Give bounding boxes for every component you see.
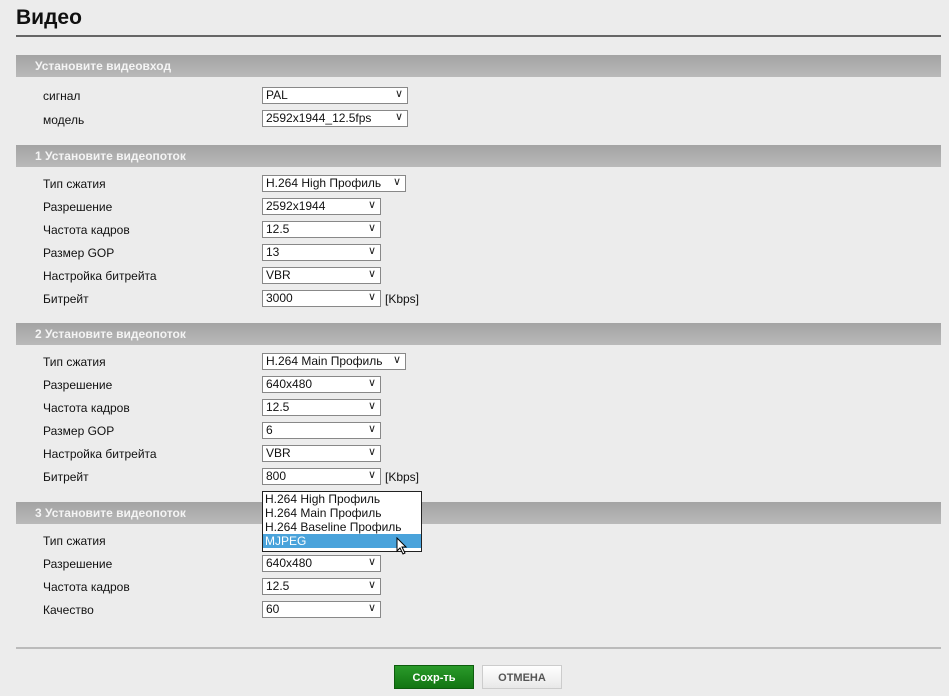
quality-select[interactable]: 60 ∨ xyxy=(262,601,381,618)
chevron-down-icon: ∨ xyxy=(367,602,376,614)
cancel-button[interactable]: ОТМЕНА xyxy=(482,665,562,689)
fps-label: Частота кадров xyxy=(43,223,130,237)
chevron-down-icon: ∨ xyxy=(367,400,376,412)
compression-value: H.264 High Профиль xyxy=(266,176,382,190)
model-select[interactable]: 2592x1944_12.5fps ∨ xyxy=(262,110,408,127)
chevron-down-icon: ∨ xyxy=(394,88,403,100)
fps-value: 12.5 xyxy=(266,579,290,593)
chevron-down-icon: ∨ xyxy=(367,579,376,591)
bitrate-unit: [Kbps] xyxy=(385,292,420,306)
fps-select[interactable]: 12.5 ∨ xyxy=(262,578,381,595)
gop-value: 13 xyxy=(266,245,280,259)
resolution-select[interactable]: 2592x1944 ∨ xyxy=(262,198,381,215)
section-video-input: Установите видеовход xyxy=(16,55,941,77)
resolution-select[interactable]: 640x480 ∨ xyxy=(262,376,381,393)
fps-select[interactable]: 12.5 ∨ xyxy=(262,221,381,238)
bitrate-mode-label: Настройка битрейта xyxy=(43,269,157,283)
bitrate-mode-value: VBR xyxy=(266,268,291,282)
chevron-down-icon: ∨ xyxy=(367,469,376,481)
quality-label: Качество xyxy=(43,603,94,617)
signal-select[interactable]: PAL ∨ xyxy=(262,87,408,104)
bitrate-mode-label: Настройка битрейта xyxy=(43,447,157,461)
resolution-select[interactable]: 640x480 ∨ xyxy=(262,555,381,572)
resolution-label: Разрешение xyxy=(43,557,113,571)
fps-label: Частота кадров xyxy=(43,580,130,594)
option-h264-main[interactable]: H.264 Main Профиль xyxy=(263,506,421,520)
bitrate-select[interactable]: 800 ∨ xyxy=(262,468,381,485)
compression-label: Тип сжатия xyxy=(43,534,106,548)
mouse-cursor-icon xyxy=(396,537,408,555)
bitrate-mode-select[interactable]: VBR ∨ xyxy=(262,445,381,462)
chevron-down-icon: ∨ xyxy=(367,268,376,280)
model-value: 2592x1944_12.5fps xyxy=(266,111,372,125)
section-stream-1: 1 Установите видеопоток xyxy=(16,145,941,167)
bitrate-value: 800 xyxy=(266,469,287,483)
section-stream-3: 3 Установите видеопоток xyxy=(16,502,941,524)
signal-value: PAL xyxy=(266,88,288,102)
chevron-down-icon: ∨ xyxy=(367,245,376,257)
footer-divider xyxy=(16,647,941,649)
chevron-down-icon: ∨ xyxy=(367,556,376,568)
chevron-down-icon: ∨ xyxy=(392,176,401,188)
compression-label: Тип сжатия xyxy=(43,355,106,369)
bitrate-mode-select[interactable]: VBR ∨ xyxy=(262,267,381,284)
compression-select[interactable]: H.264 Main Профиль ∨ xyxy=(262,353,406,370)
chevron-down-icon: ∨ xyxy=(367,377,376,389)
resolution-value: 640x480 xyxy=(266,377,313,391)
resolution-value: 2592x1944 xyxy=(266,199,326,213)
chevron-down-icon: ∨ xyxy=(394,111,403,123)
bitrate-unit: [Kbps] xyxy=(385,470,420,484)
fps-value: 12.5 xyxy=(266,222,290,236)
resolution-label: Разрешение xyxy=(43,200,113,214)
save-button[interactable]: Сохр-ть xyxy=(394,665,474,689)
chevron-down-icon: ∨ xyxy=(367,291,376,303)
compression-label: Тип сжатия xyxy=(43,177,106,191)
fps-label: Частота кадров xyxy=(43,401,130,415)
chevron-down-icon: ∨ xyxy=(367,222,376,234)
gop-label: Размер GOP xyxy=(43,424,115,438)
gop-label: Размер GOP xyxy=(43,246,115,260)
compression-select[interactable]: H.264 High Профиль ∨ xyxy=(262,175,406,192)
model-label: модель xyxy=(43,113,85,127)
resolution-label: Разрешение xyxy=(43,378,113,392)
gop-select[interactable]: 13 ∨ xyxy=(262,244,381,261)
bitrate-label: Битрейт xyxy=(43,470,89,484)
page-title: Видео xyxy=(16,6,82,29)
chevron-down-icon: ∨ xyxy=(367,423,376,435)
fps-value: 12.5 xyxy=(266,400,290,414)
bitrate-label: Битрейт xyxy=(43,292,89,306)
bitrate-select[interactable]: 3000 ∨ xyxy=(262,290,381,307)
compression-value: H.264 Main Профиль xyxy=(266,354,383,368)
signal-label: сигнал xyxy=(43,89,81,103)
gop-value: 6 xyxy=(266,423,273,437)
option-h264-high[interactable]: H.264 High Профиль xyxy=(263,492,421,506)
title-divider xyxy=(16,35,941,37)
gop-select[interactable]: 6 ∨ xyxy=(262,422,381,439)
option-h264-baseline[interactable]: H.264 Baseline Профиль xyxy=(263,520,421,534)
bitrate-mode-value: VBR xyxy=(266,446,291,460)
fps-select[interactable]: 12.5 ∨ xyxy=(262,399,381,416)
section-stream-2: 2 Установите видеопоток xyxy=(16,323,941,345)
bitrate-value: 3000 xyxy=(266,291,293,305)
quality-value: 60 xyxy=(266,602,280,616)
chevron-down-icon: ∨ xyxy=(392,354,401,366)
chevron-down-icon: ∨ xyxy=(367,199,376,211)
chevron-down-icon: ∨ xyxy=(367,446,376,458)
resolution-value: 640x480 xyxy=(266,556,313,570)
